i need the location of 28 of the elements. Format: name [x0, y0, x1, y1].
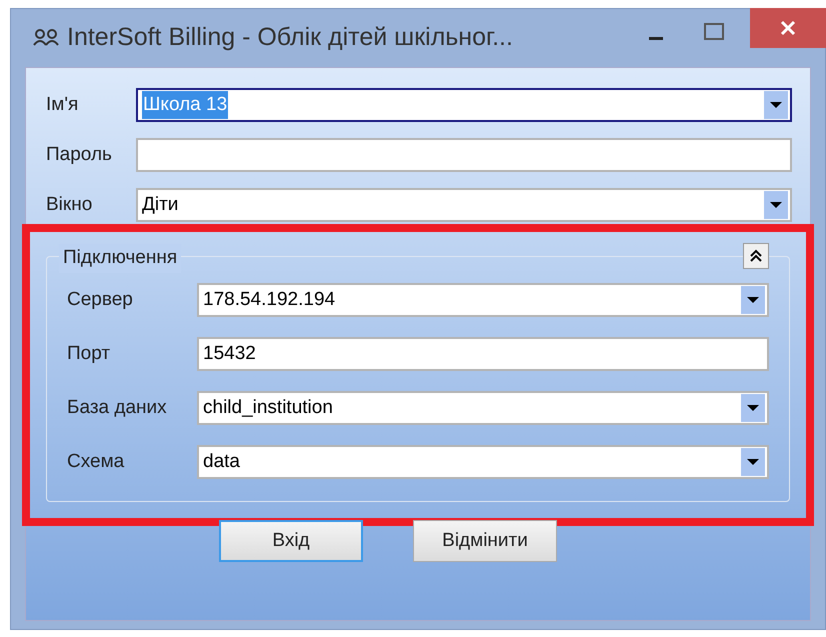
field-label: Вікно — [46, 192, 94, 217]
combo-box[interactable]: 178.54.192.194 — [197, 283, 769, 317]
field-label: База даних — [67, 396, 168, 420]
field-label: Схема — [67, 450, 126, 474]
close-button[interactable] — [750, 8, 826, 48]
dialog-button[interactable]: Відмінити — [413, 520, 557, 562]
dialog-button[interactable]: Вхід — [219, 520, 363, 562]
field-value: Школа 13 — [142, 90, 228, 120]
field-value: 178.54.192.194 — [203, 288, 336, 312]
field-label: Порт — [67, 342, 112, 366]
combo-box[interactable]: data — [197, 445, 769, 479]
field-label: Сервер — [67, 288, 134, 312]
input-field[interactable] — [136, 138, 792, 172]
field-label: Пароль — [46, 142, 113, 167]
collapse-button[interactable] — [743, 243, 769, 269]
combo-box[interactable]: Діти — [136, 188, 792, 222]
window-title: InterSoft Billing - Облік дітей шкільног... — [67, 22, 513, 54]
maximize-icon[interactable] — [704, 23, 724, 41]
close-icon — [780, 20, 796, 36]
input-field[interactable]: 15432 — [197, 337, 769, 371]
users-icon — [33, 29, 59, 47]
chevrons-up-icon — [749, 249, 763, 263]
field-value: Діти — [142, 192, 178, 217]
field-value: 15432 — [203, 342, 256, 366]
field-value: data — [203, 450, 240, 474]
field-value: child_institution — [203, 396, 333, 420]
combo-box[interactable]: child_institution — [197, 391, 769, 425]
field-label: Ім'я — [46, 92, 80, 117]
